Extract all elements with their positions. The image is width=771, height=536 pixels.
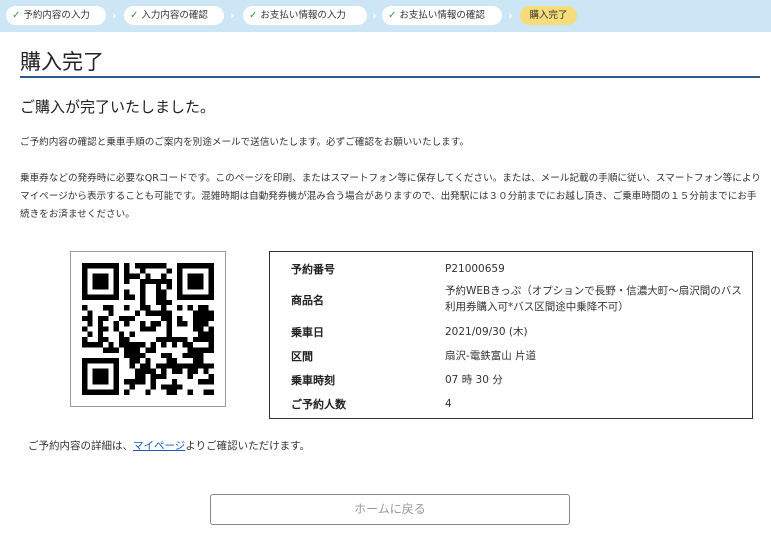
boarding-date-label: 乗車日 xyxy=(291,326,324,339)
step-5-active: 購入完了 xyxy=(520,6,577,25)
product-label: 商品名 xyxy=(291,294,324,307)
section-label: 区間 xyxy=(291,350,313,363)
email-notice-text: ご予約内容の確認と乗車手順のご案内を別途メールで送信いたします。必ずご確認をお願… xyxy=(20,137,469,148)
step-1: ✓ 予約内容の入力 xyxy=(6,6,106,25)
reservation-number-value: P21000659 xyxy=(445,263,505,275)
title-divider xyxy=(20,76,760,78)
completion-headline: ご購入が完了いたしました。 xyxy=(20,98,216,116)
check-icon: ✓ xyxy=(12,10,21,21)
passenger-count-label: ご予約人数 xyxy=(291,398,346,411)
chevron-right-icon: › xyxy=(508,9,513,22)
boarding-time-label: 乗車時刻 xyxy=(291,374,335,387)
product-value: 予約WEBきっぷ（オプションで長野・信濃大町～扇沢間のバス利用券購入可*バス区間… xyxy=(445,285,742,313)
boarding-time-value: 07 時 30 分 xyxy=(445,374,503,386)
step-4: ✓ お支払い情報の確認 xyxy=(382,6,502,25)
step-4-label: お支払い情報の確認 xyxy=(399,10,485,21)
mypage-link[interactable]: マイページ xyxy=(133,440,185,452)
step-progress-bar: ✓ 予約内容の入力 › ✓ 入力内容の確認 › ✓ お支払い情報の入力 › ✓ お支払い… xyxy=(0,0,771,32)
mypage-note: ご予約内容の詳細は、マイページよりご確認いただけます。 xyxy=(28,438,310,453)
check-icon: ✓ xyxy=(388,10,397,21)
mypage-note-before: ご予約内容の詳細は、 xyxy=(28,440,133,452)
step-5-label: 購入完了 xyxy=(529,10,568,21)
chevron-right-icon: › xyxy=(372,9,377,22)
check-icon: ✓ xyxy=(249,10,258,21)
step-2-label: 入力内容の確認 xyxy=(141,10,208,21)
section-value: 扇沢-電鉄富山 片道 xyxy=(445,350,537,362)
chevron-right-icon: › xyxy=(112,9,117,22)
step-3-label: お支払い情報の入力 xyxy=(260,10,346,21)
reservation-number-label: 予約番号 xyxy=(291,263,335,276)
boarding-date-value: 2021/09/30 (木) xyxy=(445,326,528,338)
step-3: ✓ お支払い情報の入力 xyxy=(243,6,367,25)
step-2: ✓ 入力内容の確認 xyxy=(124,6,224,25)
step-1-label: 予約内容の入力 xyxy=(23,10,90,21)
mypage-note-after: よりご確認いただけます。 xyxy=(185,440,311,452)
passenger-count-value: 4 xyxy=(445,398,452,410)
page-title: 購入完了 xyxy=(20,50,104,74)
qr-code xyxy=(70,251,226,407)
home-button[interactable]: ホームに戻る xyxy=(210,494,570,525)
check-icon: ✓ xyxy=(130,10,139,21)
qr-code-image xyxy=(82,263,214,395)
chevron-right-icon: › xyxy=(230,9,235,22)
qr-instructions-text: 乗車券などの発券時に必要なQRコードです。このページを印刷、またはスマートフォン… xyxy=(20,173,761,220)
reservation-summary: 予約番号 P21000659 商品名 予約WEBきっぷ（オプションで長野・信濃大… xyxy=(269,251,753,419)
